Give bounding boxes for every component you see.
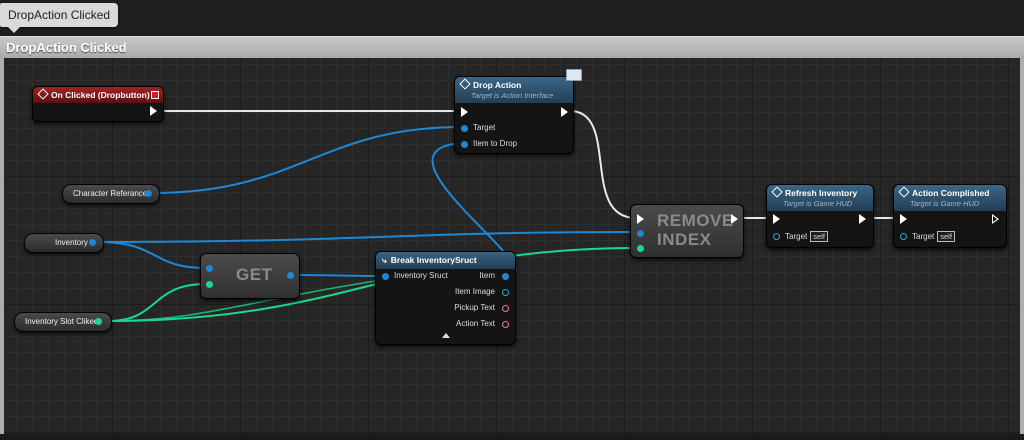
on-clicked-title: On Clicked (Dropbutton) [51,90,150,100]
break-title: Break InventorySruct [390,255,477,265]
function-icon [459,78,471,90]
refresh-inventory-node[interactable]: Refresh Inventory Target is Game HUD Tar… [766,184,874,248]
action-complished-header: Action Complished Target is Game HUD [894,185,1006,211]
action-complished-exec-in[interactable] [900,214,907,224]
drop-action-target-pin[interactable] [461,125,468,132]
action-complished-target-row: Target self [912,231,955,242]
drop-action-title: Drop Action [473,80,522,90]
remove-index-node[interactable]: REMOVE INDEX [630,204,744,258]
graph-top-bar [0,0,1024,36]
break-inventory-struct-node[interactable]: ⤷ Break InventorySruct Inventory Sruct It… [375,251,516,345]
break-image-pin[interactable] [502,289,509,296]
remove-exec-out[interactable] [731,214,738,224]
action-complished-subtitle: Target is Game HUD [910,199,980,208]
refresh-target-row: Target self [785,231,828,242]
expand-arrow-icon[interactable] [442,333,450,338]
get-node[interactable]: GET [200,253,300,299]
remove-index-pin[interactable] [637,245,644,252]
remove-array-pin[interactable] [637,230,644,237]
remove-title-line1: REMOVE [657,211,734,230]
refresh-target-label: Target [785,232,808,241]
break-header: ⤷ Break InventorySruct [376,252,515,269]
event-icon [37,88,49,100]
on-clicked-header: On Clicked (Dropbutton) [33,87,163,103]
character-reference-variable[interactable]: Character Referance [62,184,160,204]
drop-action-node[interactable]: Drop Action Target is Action Interface T… [454,69,582,154]
character-reference-label: Character Referance [73,189,148,198]
character-reference-out-pin[interactable] [145,190,152,197]
refresh-exec-in[interactable] [773,214,780,224]
comment-header[interactable]: DropAction Clicked [0,36,1024,59]
action-complished-node[interactable]: Action Complished Target is Game HUD Tar… [893,184,1007,248]
drop-action-header: Drop Action Target is Action Interface [455,77,573,103]
graph-tab-label[interactable]: DropAction Clicked [0,3,119,33]
break-image-label: Item Image [454,287,495,296]
drop-action-exec-in[interactable] [461,107,468,117]
get-array-pin[interactable] [206,265,213,272]
action-complished-target-pin[interactable] [900,233,907,240]
delegate-pin-icon[interactable] [151,91,159,99]
inventory-label: Inventory [55,238,88,247]
inventory-out-pin[interactable] [89,239,96,246]
inventory-variable[interactable]: Inventory [24,233,104,253]
refresh-title: Refresh Inventory [785,188,858,198]
get-title: GET [236,265,273,284]
drop-action-subtitle: Target is Action Interface [471,91,554,100]
remove-title-line2: INDEX [657,230,712,249]
drop-action-exec-out[interactable] [561,107,568,117]
comment-title: DropAction Clicked [6,40,127,55]
refresh-self-box[interactable]: self [810,231,828,242]
refresh-subtitle: Target is Game HUD [783,199,853,208]
break-item-label: Item [479,271,495,280]
refresh-target-pin[interactable] [773,233,780,240]
get-index-pin[interactable] [206,281,213,288]
remove-exec-in[interactable] [637,214,644,224]
action-complished-target-label: Target [912,232,935,241]
break-action-pin[interactable] [502,321,509,328]
break-struct-icon: ⤷ [382,255,387,265]
drop-action-target-label: Target [473,123,496,132]
break-pickup-pin[interactable] [502,305,509,312]
on-clicked-event-node[interactable]: On Clicked (Dropbutton) [32,86,164,122]
break-input-pin[interactable] [382,273,389,280]
message-envelope-icon [566,69,582,81]
refresh-header: Refresh Inventory Target is Game HUD [767,185,873,211]
break-input-label: Inventory Sruct [394,271,448,280]
get-out-pin[interactable] [287,272,294,279]
function-icon [771,186,783,198]
inventory-slot-out-pin[interactable] [95,318,102,325]
graph-bottom-bar [0,434,1024,440]
drop-action-item-pin[interactable] [461,141,468,148]
inventory-slot-variable[interactable]: Inventory Slot Cliked [14,312,112,332]
drop-action-item-label: Item to Drop [473,139,518,148]
function-icon [898,186,910,198]
action-complished-self-box[interactable]: self [937,231,955,242]
break-item-pin[interactable] [502,273,509,280]
break-action-label: Action Text [456,319,495,328]
on-clicked-exec-out[interactable] [150,106,157,116]
inventory-slot-label: Inventory Slot Cliked [25,317,99,326]
action-complished-title: Action Complished [912,188,990,198]
break-pickup-label: Pickup Text [454,303,495,312]
action-complished-exec-out[interactable] [992,214,999,224]
refresh-exec-out[interactable] [859,214,866,224]
